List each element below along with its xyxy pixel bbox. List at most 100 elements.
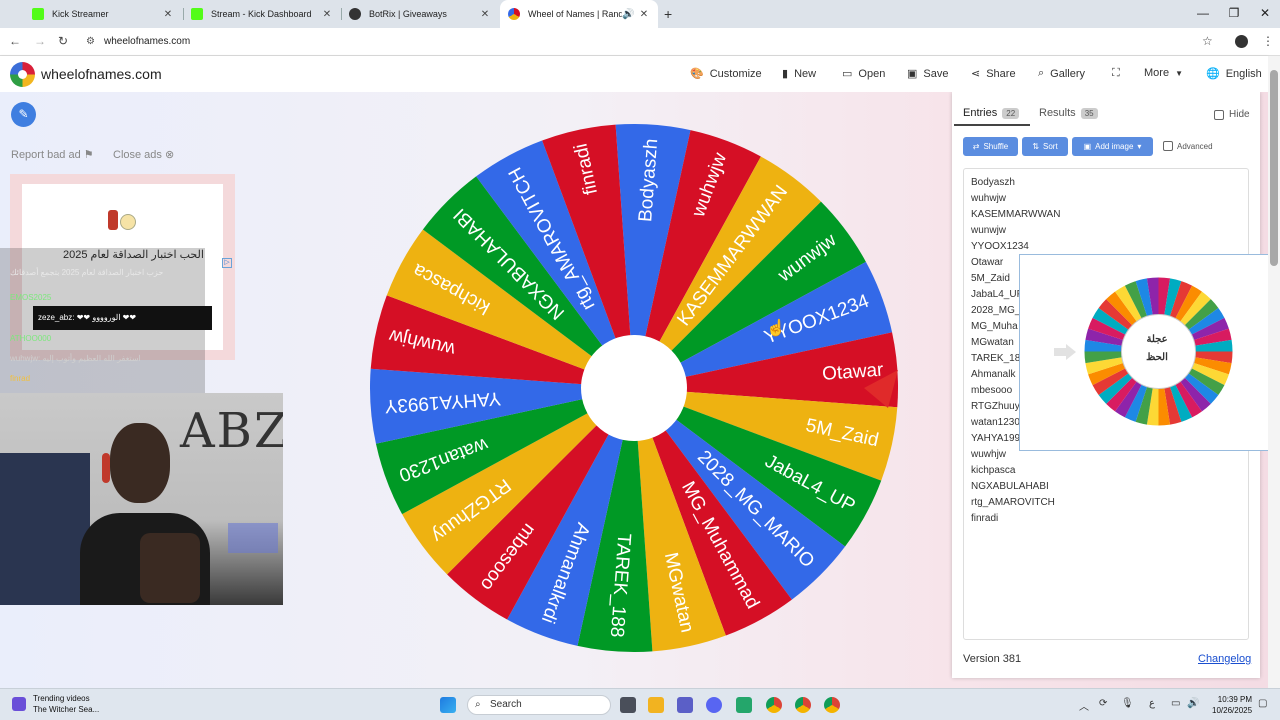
- hide-checkbox[interactable]: Hide: [1214, 109, 1250, 120]
- report-bad-ad-link[interactable]: Report bad ad ⚑: [11, 148, 94, 161]
- entry-line[interactable]: wuhwjw: [971, 193, 1006, 204]
- add-image-button[interactable]: ▣ Add image ▾: [1072, 137, 1153, 156]
- version-text: Version 381: [963, 653, 1022, 665]
- entry-line[interactable]: 2028_MG_: [971, 305, 1020, 316]
- task-view-icon[interactable]: [620, 697, 636, 713]
- close-ads-link[interactable]: Close ads ⊗: [113, 148, 174, 161]
- site-name[interactable]: wheelofnames.com: [41, 66, 162, 82]
- advanced-checkbox[interactable]: Advanced: [1163, 141, 1213, 151]
- profile-avatar[interactable]: [1235, 35, 1248, 48]
- shuffle-button[interactable]: ⇄ Shuffle: [963, 137, 1018, 156]
- app-icon[interactable]: [736, 697, 752, 713]
- changelog-link[interactable]: Changelog: [1198, 653, 1251, 665]
- restore-icon[interactable]: ❐: [1224, 6, 1244, 20]
- notification-icon[interactable]: ▢: [1258, 698, 1267, 709]
- language-indicator[interactable]: ع: [1149, 698, 1155, 709]
- microphone-icon[interactable]: 🎙: [1121, 698, 1134, 709]
- tab-kick-dashboard[interactable]: Stream - Kick Dashboard ✕: [183, 0, 341, 28]
- browser-menu-icon[interactable]: ⋮: [1262, 34, 1274, 48]
- entry-line[interactable]: 5M_Zaid: [971, 273, 1010, 284]
- wheel-center[interactable]: [581, 335, 687, 441]
- entry-line[interactable]: MGwatan: [971, 337, 1014, 348]
- entry-line[interactable]: Ahmanalk: [971, 369, 1015, 380]
- discord-icon[interactable]: [706, 697, 722, 713]
- entry-line[interactable]: KASEMMARWWAN: [971, 209, 1060, 220]
- page-scrollbar[interactable]: [1268, 56, 1280, 688]
- reload-icon[interactable]: ↻: [58, 34, 68, 48]
- volume-icon[interactable]: 🔊: [1187, 698, 1199, 709]
- clock-date: 10/26/2025: [1212, 706, 1253, 715]
- chair: [0, 453, 90, 605]
- clock[interactable]: 10:39 PM 10/26/2025: [1212, 694, 1252, 716]
- site-info-icon[interactable]: ⚙: [86, 36, 95, 47]
- entry-line[interactable]: JabaL4_UF: [971, 289, 1023, 300]
- wheel-svg[interactable]: Bodyaszh wuhwjwKASEMMARWWANwunwjwYYOOX123…: [360, 112, 908, 660]
- tab-botrix[interactable]: BotRix | Giveaways ✕: [341, 0, 499, 28]
- more-label: More: [1144, 67, 1170, 79]
- sort-button[interactable]: ⇅ Sort: [1022, 137, 1068, 156]
- chrome-icon[interactable]: [766, 697, 782, 713]
- teams-icon[interactable]: [677, 697, 693, 713]
- chevron-up-icon[interactable]: ︿: [1079, 698, 1089, 713]
- back-icon[interactable]: ←: [9, 34, 21, 48]
- tab-results[interactable]: Results 35: [1039, 107, 1098, 119]
- customize-button[interactable]: 🎨 Customize: [690, 67, 762, 81]
- entry-line[interactable]: TAREK_18: [971, 353, 1020, 364]
- sync-icon[interactable]: ⟳: [1099, 698, 1107, 709]
- entry-line[interactable]: Otawar: [971, 257, 1003, 268]
- tab-entries[interactable]: Entries 22: [963, 107, 1020, 119]
- chrome-icon[interactable]: [824, 697, 840, 713]
- entry-line[interactable]: watan1230: [971, 417, 1020, 428]
- close-icon[interactable]: ✕: [162, 9, 174, 20]
- entry-line[interactable]: YYOOX1234: [971, 241, 1029, 252]
- tab-wheel-of-names[interactable]: Wheel of Names | Random 🔊 ✕: [500, 0, 658, 28]
- sort-label: Sort: [1043, 142, 1058, 151]
- chrome-icon[interactable]: [795, 697, 811, 713]
- minimize-icon[interactable]: —: [1193, 6, 1213, 20]
- language-button[interactable]: 🌐 English: [1206, 67, 1262, 81]
- chat-line: ATHOO000: [10, 334, 52, 343]
- edit-pencil-button[interactable]: ✎: [11, 102, 36, 127]
- ad-info-icon[interactable]: ▷: [222, 258, 232, 268]
- entry-line[interactable]: wuwhjw: [971, 449, 1006, 460]
- new-tab-icon[interactable]: +: [664, 6, 672, 22]
- url-field[interactable]: wheelofnames.com: [104, 36, 190, 47]
- share-button[interactable]: ⋖ Share: [971, 67, 1016, 81]
- site-logo[interactable]: [10, 62, 35, 87]
- entry-line[interactable]: rtg_AMAROVITCH: [971, 497, 1055, 508]
- trending-widget[interactable]: Trending videos The Witcher Sea...: [33, 693, 99, 715]
- close-icon[interactable]: ✕: [638, 9, 650, 20]
- close-icon[interactable]: ✕: [479, 9, 491, 20]
- entry-line[interactable]: NGXABULAHABI: [971, 481, 1049, 492]
- speaker-icon[interactable]: 🔊: [622, 9, 634, 20]
- network-icon[interactable]: ▭: [1171, 698, 1180, 709]
- fullscreen-button[interactable]: ⛶: [1112, 67, 1120, 80]
- windows-start-icon[interactable]: [440, 697, 456, 713]
- save-button[interactable]: ▣ Save: [907, 67, 948, 81]
- page-body: ✎ Report bad ad ⚑ Close ads ⊗ ▷ الحب اخت…: [0, 92, 1268, 688]
- mouse-cursor-icon: ☝: [766, 320, 786, 337]
- close-icon[interactable]: ✕: [321, 9, 333, 20]
- entry-line[interactable]: mbesooo: [971, 385, 1012, 396]
- more-button[interactable]: More ▼: [1144, 67, 1183, 79]
- scrollbar-thumb[interactable]: [1270, 70, 1278, 266]
- wheel[interactable]: Bodyaszh wuhwjw KASEMMARWWAN wunwjw YYOOX123…: [360, 112, 908, 660]
- forward-icon[interactable]: →: [34, 34, 46, 48]
- file-explorer-icon[interactable]: [648, 697, 664, 713]
- close-window-icon[interactable]: ✕: [1255, 6, 1275, 20]
- entry-line[interactable]: Bodyaszh: [971, 177, 1015, 188]
- new-button[interactable]: ▮ New: [782, 67, 816, 81]
- entry-line[interactable]: YAHYA199: [971, 433, 1020, 444]
- entry-line[interactable]: MG_Muha: [971, 321, 1018, 332]
- entry-line[interactable]: wunwjw: [971, 225, 1006, 236]
- entry-line[interactable]: kichpasca: [971, 465, 1015, 476]
- trending-video-icon[interactable]: [12, 697, 26, 711]
- entry-line[interactable]: RTGZhuuy: [971, 401, 1020, 412]
- taskbar-search[interactable]: ⌕ Search: [467, 695, 611, 715]
- open-button[interactable]: ▭ Open: [842, 67, 885, 81]
- shuffle-icon: ⇄: [972, 142, 980, 151]
- gallery-button[interactable]: ⌕ Gallery: [1038, 67, 1085, 80]
- bookmark-star-icon[interactable]: ☆: [1202, 34, 1213, 48]
- tab-kick-streamer[interactable]: Kick Streamer ✕: [24, 0, 182, 28]
- entry-line[interactable]: finradi: [971, 513, 998, 524]
